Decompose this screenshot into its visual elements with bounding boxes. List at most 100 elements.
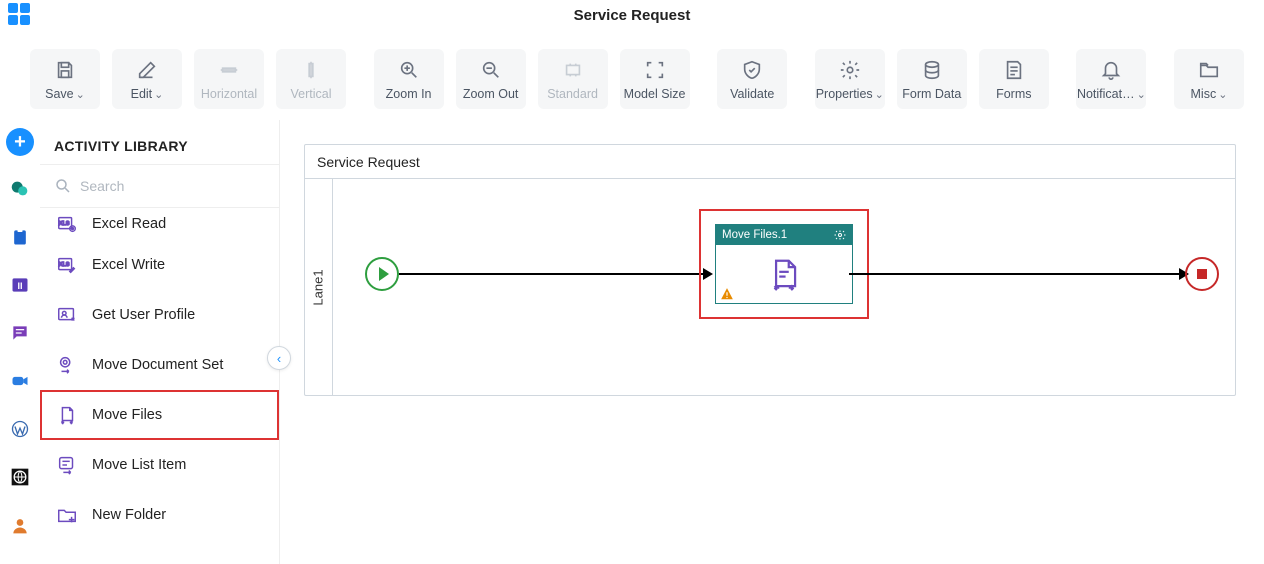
bell-icon: [1100, 59, 1122, 81]
activity-item-label: Move List Item: [92, 457, 186, 473]
activity-item-label: Move Document Set: [92, 357, 223, 373]
search-icon: [54, 177, 72, 195]
database-icon: [921, 59, 943, 81]
svg-text:XLS: XLS: [59, 262, 70, 268]
horizontal-button: Horizontal: [194, 49, 264, 109]
form-icon: [1003, 59, 1025, 81]
page-title: Service Request: [574, 7, 691, 24]
activity-list: XLS Excel Read XLS Excel Write Get User …: [40, 208, 279, 564]
process-canvas: Service Request Lane1 Move Files.1: [304, 144, 1236, 396]
activity-item-label: Excel Write: [92, 257, 165, 273]
misc-button[interactable]: Misc⌄: [1174, 49, 1244, 109]
notifications-label: Notificat…: [1077, 87, 1135, 101]
activity-item-move-document-set[interactable]: Move Document Set: [40, 340, 279, 390]
activity-library-panel: ACTIVITY LIBRARY XLS Excel Read XLS Exce…: [40, 120, 280, 564]
save-button[interactable]: Save⌄: [30, 49, 100, 109]
rail-chat-icon[interactable]: [5, 318, 35, 348]
validate-label: Validate: [730, 87, 774, 101]
rail-user-icon[interactable]: [5, 510, 35, 540]
activity-item-new-folder[interactable]: New Folder: [40, 490, 279, 540]
activity-title: Move Files.1: [722, 229, 787, 241]
validate-button[interactable]: Validate: [717, 49, 787, 109]
excel-read-icon: XLS: [56, 213, 78, 235]
move-files-icon: [56, 404, 78, 426]
lane: Lane1 Move Files.1: [305, 179, 1235, 395]
notifications-button[interactable]: Notificat…⌄: [1076, 49, 1146, 109]
standard-zoom-label: Standard: [547, 87, 598, 101]
misc-label: Misc: [1191, 87, 1217, 101]
activity-node-move-files[interactable]: Move Files.1: [715, 224, 853, 304]
start-node[interactable]: [365, 257, 399, 291]
forms-label: Forms: [996, 87, 1031, 101]
activity-item-label: Move Files: [92, 407, 162, 423]
standard-zoom-button: Standard: [538, 49, 608, 109]
chevron-down-icon: ⌄: [76, 88, 85, 101]
end-node[interactable]: [1185, 257, 1219, 291]
activity-search[interactable]: [40, 164, 279, 208]
model-size-button[interactable]: Model Size: [620, 49, 690, 109]
activity-item-excel-write[interactable]: XLS Excel Write: [40, 240, 279, 290]
vertical-label: Vertical: [291, 87, 332, 101]
horizontal-label: Horizontal: [201, 87, 257, 101]
zoom-in-button[interactable]: Zoom In: [374, 49, 444, 109]
gear-icon: [839, 59, 861, 81]
rail-globe-icon[interactable]: [5, 462, 35, 492]
rail-text-icon[interactable]: II: [5, 270, 35, 300]
form-data-button[interactable]: Form Data: [897, 49, 967, 109]
activity-item-move-list-item[interactable]: Move List Item: [40, 440, 279, 490]
play-icon: [379, 267, 389, 281]
rail-clipboard-icon[interactable]: [5, 222, 35, 252]
stop-icon: [1197, 269, 1207, 279]
chevron-down-icon: ⌄: [1137, 88, 1146, 101]
new-folder-icon: [56, 504, 78, 526]
edit-icon: [136, 59, 158, 81]
forms-button[interactable]: Forms: [979, 49, 1049, 109]
app-launcher-icon[interactable]: [8, 3, 32, 27]
edge: [399, 273, 709, 275]
activity-library-title: ACTIVITY LIBRARY: [40, 120, 279, 164]
vertical-button: Vertical: [276, 49, 346, 109]
form-data-label: Form Data: [902, 87, 961, 101]
rail-video-icon[interactable]: [5, 366, 35, 396]
model-size-label: Model Size: [624, 87, 686, 101]
zoom-out-icon: [480, 59, 502, 81]
standard-zoom-icon: [562, 59, 584, 81]
activity-selection-highlight: Move Files.1: [699, 209, 869, 319]
activity-item-label: New Folder: [92, 507, 166, 523]
add-button[interactable]: +: [6, 128, 34, 156]
rail-wordpress-icon[interactable]: [5, 414, 35, 444]
move-docset-icon: [56, 354, 78, 376]
zoom-in-icon: [398, 59, 420, 81]
move-listitem-icon: [56, 454, 78, 476]
chevron-down-icon: ⌄: [154, 88, 163, 101]
canvas-area[interactable]: Service Request Lane1 Move Files.1: [280, 120, 1264, 564]
properties-label: Properties: [816, 87, 873, 101]
toolbar: Save⌄ Edit⌄ Horizontal Vertical Zoom In …: [0, 30, 1264, 120]
user-profile-icon: [56, 304, 78, 326]
horizontal-align-icon: [218, 59, 240, 81]
activity-item-label: Excel Read: [92, 216, 166, 232]
zoom-out-label: Zoom Out: [463, 87, 519, 101]
flow-area[interactable]: Move Files.1: [333, 179, 1235, 395]
zoom-in-label: Zoom In: [386, 87, 432, 101]
gear-icon[interactable]: [834, 229, 846, 241]
chevron-down-icon: ⌄: [875, 88, 884, 101]
edit-label: Edit: [131, 87, 153, 101]
search-input[interactable]: [80, 178, 265, 194]
chevron-down-icon: ⌄: [1218, 88, 1227, 101]
excel-write-icon: XLS: [56, 254, 78, 276]
rail-sharepoint-icon[interactable]: [5, 174, 35, 204]
activity-item-excel-read[interactable]: XLS Excel Read: [40, 208, 279, 240]
activity-item-move-files[interactable]: Move Files: [40, 390, 279, 440]
svg-text:II: II: [17, 281, 22, 291]
validate-icon: [741, 59, 763, 81]
activity-item-get-user-profile[interactable]: Get User Profile: [40, 290, 279, 340]
folder-icon: [1198, 59, 1220, 81]
move-files-large-icon: [765, 256, 803, 294]
properties-button[interactable]: Properties⌄: [815, 49, 885, 109]
model-size-icon: [644, 59, 666, 81]
edit-button[interactable]: Edit⌄: [112, 49, 182, 109]
lane-label: Lane1: [305, 179, 333, 395]
zoom-out-button[interactable]: Zoom Out: [456, 49, 526, 109]
left-rail: + II: [0, 120, 40, 564]
